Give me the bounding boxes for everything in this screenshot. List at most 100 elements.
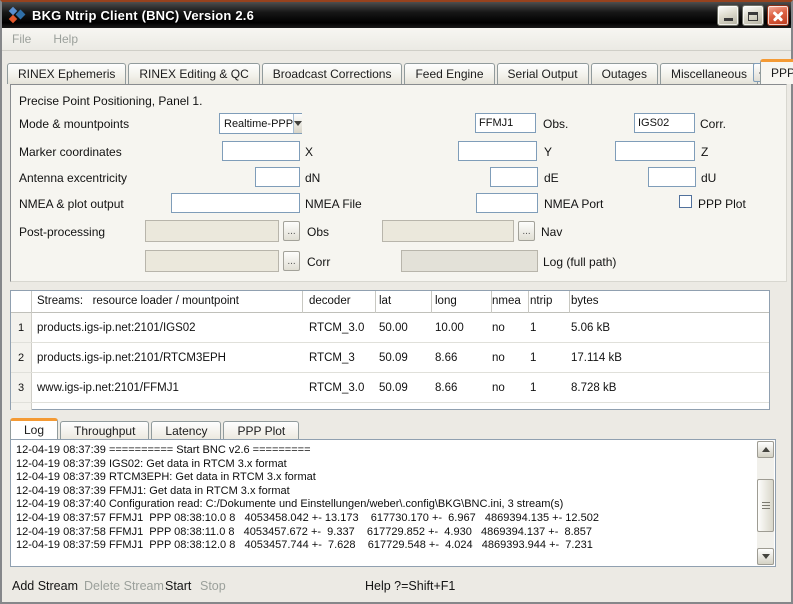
minimize-button[interactable] <box>717 5 739 26</box>
antenna-du-input[interactable] <box>648 167 696 187</box>
table-row[interactable]: 2 products.igs-ip.net:2101/RTCM3EPH RTCM… <box>11 343 769 373</box>
mode-selected-value: Realtime-PPP <box>220 118 293 130</box>
tab-throughput[interactable]: Throughput <box>60 421 149 439</box>
tab-feed-engine[interactable]: Feed Engine <box>404 63 494 84</box>
header-lat: lat <box>379 295 391 307</box>
cell-lat: 50.00 <box>379 322 408 334</box>
delete-stream-button[interactable]: Delete Stream <box>84 579 164 593</box>
dn-label: dN <box>305 171 320 185</box>
table-row[interactable]: 1 products.igs-ip.net:2101/IGS02 RTCM_3.… <box>11 313 769 343</box>
log-line: 12-04-19 08:37:57 FFMJ1 PPP 08:38:10.0 8… <box>16 512 755 526</box>
help-shortcut-label: Help ?=Shift+F1 <box>365 579 455 593</box>
x-label: X <box>305 145 313 159</box>
nmea-plot-output-label: NMEA & plot output <box>19 197 124 211</box>
tab-ppp-plot[interactable]: PPP Plot <box>223 421 299 439</box>
streams-table-header: Streams: resource loader / mountpoint de… <box>11 291 769 313</box>
cell-mountpoint: products.igs-ip.net:2101/RTCM3EPH <box>37 352 226 364</box>
tab-ppp-1[interactable]: PPP (1) <box>760 59 793 84</box>
scroll-down-button[interactable] <box>757 548 774 565</box>
cell-nmea: no <box>492 382 505 394</box>
menu-file[interactable]: File <box>12 32 31 46</box>
down-arrow-icon <box>762 554 770 559</box>
bnc-window: BKG Ntrip Client (BNC) Version 2.6 File … <box>0 0 793 604</box>
maximize-button[interactable] <box>742 5 764 26</box>
post-nav-input[interactable] <box>382 220 514 242</box>
cell-long: 8.66 <box>435 382 457 394</box>
stop-button[interactable]: Stop <box>200 579 226 593</box>
menubar: File Help <box>2 28 791 51</box>
marker-z-input[interactable] <box>615 141 695 161</box>
cell-ntrip: 1 <box>530 352 536 364</box>
cell-long: 8.66 <box>435 352 457 364</box>
nmea-port-input[interactable] <box>476 193 538 213</box>
mode-select[interactable]: Realtime-PPP <box>219 113 302 134</box>
browse-corr-button[interactable]: ... <box>283 251 300 271</box>
marker-y-input[interactable] <box>458 141 537 161</box>
marker-coordinates-label: Marker coordinates <box>19 145 122 159</box>
obs-mountpoint-input[interactable] <box>475 113 536 133</box>
log-line: 12-04-19 08:37:40 Configuration read: C:… <box>16 498 755 512</box>
browse-nav-button[interactable]: ... <box>518 221 535 241</box>
cell-ntrip: 1 <box>530 322 536 334</box>
titlebar[interactable]: BKG Ntrip Client (BNC) Version 2.6 <box>2 2 791 28</box>
bottom-tab-bar: Log Throughput Latency PPP Plot <box>10 418 301 439</box>
nmea-port-label: NMEA Port <box>544 197 603 211</box>
log-line: 12-04-19 08:37:39 ========== Start BNC v… <box>16 444 755 458</box>
thumb-grip-icon <box>762 502 770 510</box>
ppp-plot-checkbox[interactable] <box>679 195 692 208</box>
corr-mountpoint-input[interactable] <box>634 113 695 133</box>
log-output[interactable]: 12-04-19 08:37:39 ========== Start BNC v… <box>16 444 755 564</box>
tab-latency[interactable]: Latency <box>151 421 221 439</box>
nmea-file-input[interactable] <box>171 193 300 213</box>
mode-dropdown-button[interactable] <box>293 114 302 133</box>
nmea-file-label: NMEA File <box>305 197 362 211</box>
cell-bytes: 5.06 kB <box>571 322 610 334</box>
cell-lat: 50.09 <box>379 382 408 394</box>
log-panel: 12-04-19 08:37:39 ========== Start BNC v… <box>10 439 776 567</box>
tab-rinex-editing-qc[interactable]: RINEX Editing & QC <box>128 63 259 84</box>
post-nav-label: Nav <box>541 225 562 239</box>
table-row[interactable]: 3 www.igs-ip.net:2101/FFMJ1 RTCM_3.0 50.… <box>11 373 769 403</box>
header-streams: Streams: resource loader / mountpoint <box>37 295 239 307</box>
log-line: 12-04-19 08:37:39 RTCM3EPH: Get data in … <box>16 471 755 485</box>
du-label: dU <box>701 171 716 185</box>
app-icon <box>8 7 27 24</box>
scrollbar-thumb[interactable] <box>757 479 774 532</box>
ppp-plot-label: PPP Plot <box>698 197 746 211</box>
antenna-dn-input[interactable] <box>255 167 300 187</box>
tab-broadcast-corrections[interactable]: Broadcast Corrections <box>262 63 403 84</box>
cell-long: 10.00 <box>435 322 464 334</box>
cell-ntrip: 1 <box>530 382 536 394</box>
post-processing-label: Post-processing <box>19 225 105 239</box>
cell-decoder: RTCM_3 <box>309 352 355 364</box>
tab-serial-output[interactable]: Serial Output <box>497 63 589 84</box>
tab-rinex-ephemeris[interactable]: RINEX Ephemeris <box>7 63 126 84</box>
log-line: 12-04-19 08:37:58 FFMJ1 PPP 08:38:11.0 8… <box>16 526 755 540</box>
ppp-panel: Precise Point Positioning, Panel 1. Mode… <box>10 84 787 282</box>
add-stream-button[interactable]: Add Stream <box>12 579 78 593</box>
browse-obs-button[interactable]: ... <box>283 221 300 241</box>
log-scrollbar[interactable] <box>757 441 774 565</box>
close-button[interactable] <box>767 5 789 26</box>
tab-outages[interactable]: Outages <box>591 63 658 84</box>
row-number-stub <box>11 403 32 410</box>
z-label: Z <box>701 145 708 159</box>
antenna-de-input[interactable] <box>490 167 538 187</box>
cell-nmea: no <box>492 352 505 364</box>
post-corr-input[interactable] <box>145 250 279 272</box>
y-label: Y <box>544 145 552 159</box>
cell-decoder: RTCM_3.0 <box>309 382 364 394</box>
menu-help[interactable]: Help <box>53 32 78 46</box>
cell-decoder: RTCM_3.0 <box>309 322 364 334</box>
obs-label: Obs. <box>543 117 568 131</box>
tab-log[interactable]: Log <box>10 418 58 439</box>
cell-mountpoint: products.igs-ip.net:2101/IGS02 <box>37 322 196 334</box>
marker-x-input[interactable] <box>222 141 300 161</box>
start-button[interactable]: Start <box>165 579 191 593</box>
scroll-up-button[interactable] <box>757 441 774 458</box>
post-obs-input[interactable] <box>145 220 279 242</box>
tab-miscellaneous[interactable]: Miscellaneous <box>660 63 758 84</box>
maximize-icon <box>748 12 758 21</box>
post-log-input[interactable] <box>401 250 538 272</box>
tabs-row: RINEX Ephemeris RINEX Editing & QC Broad… <box>7 59 793 84</box>
